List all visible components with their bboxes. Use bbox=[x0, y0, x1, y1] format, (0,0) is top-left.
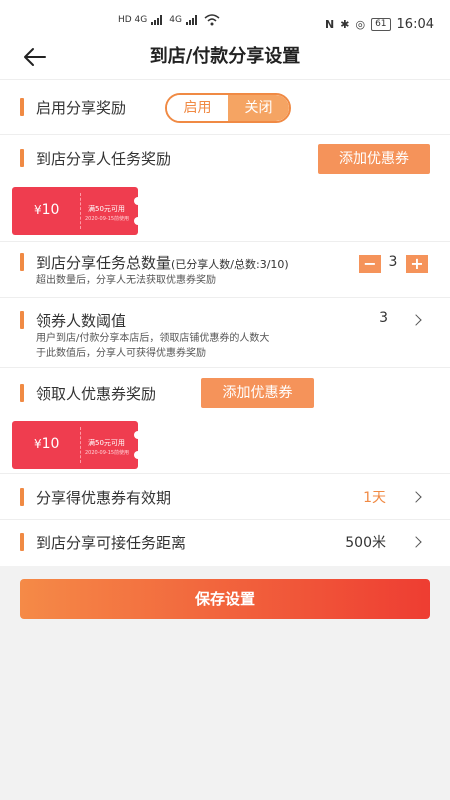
section-bar bbox=[20, 311, 24, 329]
coupon-amount: ¥10 bbox=[34, 436, 59, 452]
navigation-bar: 到店/付款分享设置 bbox=[0, 34, 450, 80]
threshold-value: 3 bbox=[379, 310, 388, 326]
coupon-notch bbox=[134, 197, 138, 205]
row-task-total: 到店分享任务总数量(已分享人数/总数:3/10) 超出数量后，分享人无法获取优惠… bbox=[0, 242, 450, 298]
coupon-amount-value: 10 bbox=[41, 436, 60, 452]
coupon-notch bbox=[134, 217, 138, 225]
status-bar: HD 4G 4G N ✱ ◎ 61 16:04 bbox=[0, 0, 450, 34]
coupon-divider bbox=[80, 193, 81, 229]
chevron-right-icon bbox=[410, 491, 422, 503]
network-right-label: 4G bbox=[169, 15, 182, 25]
row-threshold[interactable]: 领券人数阈值 用户到店/付款分享本店后，领取店铺优惠券的人数大 于此数值后，分享… bbox=[0, 298, 450, 368]
threshold-desc-line-2: 于此数值后，分享人可获得优惠券奖励 bbox=[36, 348, 206, 359]
section-bar bbox=[20, 253, 24, 271]
distance-value: 500米 bbox=[345, 535, 386, 551]
chevron-right-icon bbox=[410, 536, 422, 548]
clock: 16:04 bbox=[396, 17, 434, 32]
enable-reward-label: 启用分享奖励 bbox=[36, 99, 127, 117]
coupon-amount: ¥10 bbox=[34, 202, 59, 218]
row-validity[interactable]: 分享得优惠券有效期 1天 bbox=[0, 474, 450, 520]
coupon-notch bbox=[134, 431, 138, 439]
task-total-value[interactable]: 3 bbox=[384, 254, 402, 270]
threshold-label: 领券人数阈值 bbox=[36, 312, 127, 330]
network-left-label: HD 4G bbox=[118, 15, 148, 25]
signal-icon-2 bbox=[185, 15, 197, 25]
receiver-reward-label: 领取人优惠券奖励 bbox=[36, 385, 157, 403]
task-total-progress: (已分享人数/总数:3/10) bbox=[171, 258, 289, 271]
settings-list: 启用分享奖励 启用 关闭 到店分享人任务奖励 添加优惠券 ¥10 满50元可用 … bbox=[0, 80, 450, 566]
nfc-icon: N bbox=[325, 18, 335, 31]
coupon-divider bbox=[80, 427, 81, 463]
threshold-desc-line-1: 用户到店/付款分享本店后，领取店铺优惠券的人数大 bbox=[36, 333, 270, 344]
system-indicators: N ✱ ◎ 61 16:04 bbox=[325, 17, 434, 32]
coupon-amount-value: 10 bbox=[41, 202, 60, 218]
validity-value: 1天 bbox=[363, 490, 386, 506]
add-coupon-button[interactable]: 添加优惠券 bbox=[318, 144, 430, 174]
battery-icon: 61 bbox=[371, 18, 391, 31]
coupon-notch bbox=[134, 451, 138, 459]
section-bar bbox=[20, 533, 24, 551]
row-distance[interactable]: 到店分享可接任务距离 500米 bbox=[0, 520, 450, 566]
row-task-reward: 到店分享人任务奖励 添加优惠券 ¥10 满50元可用 2020-09-15前使用 bbox=[0, 135, 450, 242]
network-indicators: HD 4G 4G bbox=[118, 14, 220, 26]
task-reward-label: 到店分享人任务奖励 bbox=[36, 150, 172, 168]
add-coupon-button-receiver[interactable]: 添加优惠券 bbox=[201, 378, 314, 408]
coupon-card[interactable]: ¥10 满50元可用 2020-09-15前使用 bbox=[12, 187, 138, 235]
bluetooth-icon: ✱ bbox=[340, 18, 350, 31]
chevron-right-icon bbox=[410, 314, 422, 326]
section-bar bbox=[20, 98, 24, 116]
section-bar bbox=[20, 384, 24, 402]
threshold-description: 用户到店/付款分享本店后，领取店铺优惠券的人数大 于此数值后，分享人可获得优惠券… bbox=[36, 331, 269, 361]
wifi-icon bbox=[204, 14, 220, 26]
coupon-currency: ¥ bbox=[34, 437, 42, 451]
toggle-on-option[interactable]: 启用 bbox=[167, 95, 228, 121]
section-bar bbox=[20, 149, 24, 167]
section-bar bbox=[20, 488, 24, 506]
increment-button[interactable]: + bbox=[406, 255, 428, 273]
task-total-label: 到店分享任务总数量(已分享人数/总数:3/10) bbox=[36, 252, 289, 273]
coupon-condition: 满50元可用 bbox=[88, 439, 125, 447]
coupon-currency: ¥ bbox=[34, 203, 42, 217]
distance-label: 到店分享可接任务距离 bbox=[36, 534, 187, 552]
page-title: 到店/付款分享设置 bbox=[149, 46, 301, 67]
validity-label: 分享得优惠券有效期 bbox=[36, 489, 172, 507]
toggle-off-option[interactable]: 关闭 bbox=[228, 95, 289, 121]
coupon-condition: 满50元可用 bbox=[88, 205, 125, 213]
task-total-description: 超出数量后，分享人无法获取优惠券奖励 bbox=[36, 275, 216, 286]
row-receiver-reward: 领取人优惠券奖励 添加优惠券 ¥10 满50元可用 2020-09-15前使用 bbox=[0, 368, 450, 474]
location-icon: ◎ bbox=[355, 18, 366, 31]
row-enable-reward: 启用分享奖励 启用 关闭 bbox=[0, 80, 450, 135]
enable-reward-toggle[interactable]: 启用 关闭 bbox=[165, 93, 291, 123]
coupon-valid-date: 2020-09-15前使用 bbox=[85, 450, 130, 456]
decrement-button[interactable]: − bbox=[359, 255, 381, 273]
coupon-valid-date: 2020-09-15前使用 bbox=[85, 216, 130, 222]
task-total-title: 到店分享任务总数量 bbox=[36, 254, 172, 272]
coupon-card[interactable]: ¥10 满50元可用 2020-09-15前使用 bbox=[12, 421, 138, 469]
save-button[interactable]: 保存设置 bbox=[20, 579, 430, 619]
signal-icon bbox=[151, 15, 163, 25]
